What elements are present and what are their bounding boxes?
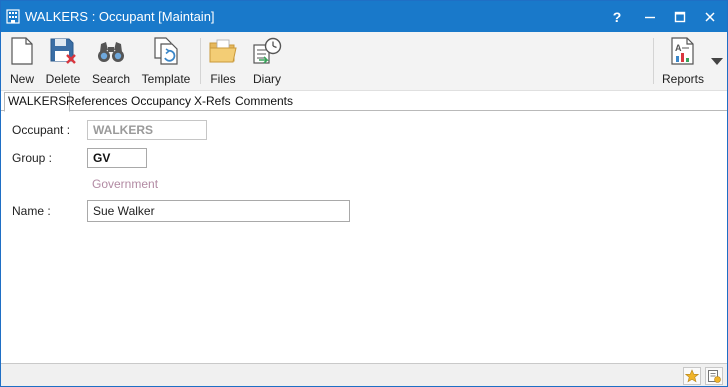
tab-comments[interactable]: Comments <box>232 93 296 111</box>
minimize-icon <box>645 16 655 18</box>
tab-strip: WALKERS References Occupancy X-Refs Comm… <box>1 91 727 112</box>
maximize-button[interactable] <box>665 1 695 32</box>
star-icon <box>685 369 699 383</box>
files-button[interactable]: Files <box>205 32 241 91</box>
new-label: New <box>9 72 34 86</box>
occupant-window: WALKERS : Occupant [Maintain] ? New Dele… <box>0 0 728 387</box>
template-label: Template <box>141 72 191 86</box>
status-bar <box>1 363 727 386</box>
close-icon <box>705 11 715 22</box>
report-icon: A <box>671 37 694 65</box>
name-field[interactable]: Sue Walker <box>87 200 350 222</box>
close-button[interactable] <box>695 1 725 32</box>
diary-clock-icon <box>253 37 282 64</box>
new-document-icon <box>11 37 33 65</box>
group-description: Government <box>92 177 159 191</box>
delete-save-icon <box>50 38 76 64</box>
search-label: Search <box>91 72 131 86</box>
building-icon <box>6 9 20 24</box>
maximize-icon <box>674 11 686 22</box>
ribbon-separator <box>653 38 654 84</box>
name-label: Name : <box>12 204 51 218</box>
favorite-button[interactable] <box>683 367 701 385</box>
help-button[interactable]: ? <box>602 1 632 32</box>
ribbon-options-button[interactable] <box>708 32 726 91</box>
template-icon <box>154 37 178 65</box>
occupant-label: Occupant : <box>12 123 71 137</box>
document-edit-icon <box>708 370 721 383</box>
reports-label: Reports <box>661 72 705 86</box>
svg-text:A: A <box>675 43 682 53</box>
ribbon-separator <box>200 38 201 84</box>
title-bar: WALKERS : Occupant [Maintain] ? <box>1 1 727 32</box>
diary-label: Diary <box>252 72 281 86</box>
occupant-field: WALKERS <box>87 120 207 140</box>
chevron-down-icon <box>711 57 723 65</box>
diary-button[interactable]: Diary <box>248 32 286 91</box>
window-title: WALKERS : Occupant [Maintain] <box>25 9 215 24</box>
tab-walkers[interactable]: WALKERS <box>4 92 71 112</box>
delete-label: Delete <box>45 72 81 86</box>
delete-button[interactable]: Delete <box>43 32 83 91</box>
group-field[interactable]: GV <box>87 148 147 168</box>
template-button[interactable]: Template <box>138 32 194 91</box>
folder-icon <box>209 39 237 63</box>
minimize-button[interactable] <box>635 1 665 32</box>
reports-button[interactable]: A Reports <box>659 32 707 91</box>
notes-button[interactable] <box>705 367 723 385</box>
tab-references[interactable]: References <box>63 93 130 111</box>
search-button[interactable]: Search <box>90 32 132 91</box>
new-button[interactable]: New <box>5 32 39 91</box>
group-label: Group : <box>12 151 53 165</box>
tab-occupancy[interactable]: Occupancy <box>128 93 194 111</box>
occupant-form: Occupant : WALKERS Group : GV Government… <box>1 112 727 363</box>
ribbon-toolbar: New Delete Search Template Files Diary A… <box>1 32 727 91</box>
files-label: Files <box>210 72 236 86</box>
tab-x-refs[interactable]: X-Refs <box>191 93 234 111</box>
binoculars-icon <box>98 42 124 62</box>
